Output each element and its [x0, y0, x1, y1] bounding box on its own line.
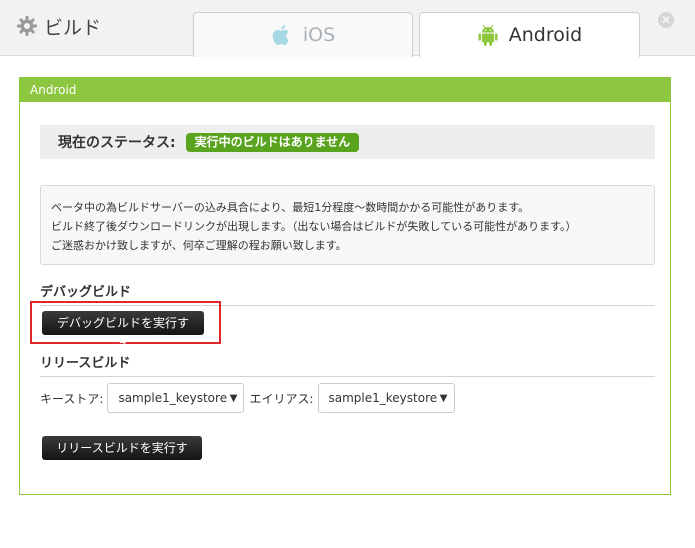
- status-row: 現在のステータス: 実行中のビルドはありません: [40, 125, 655, 159]
- keystore-select[interactable]: sample1_keystore ▼: [107, 383, 245, 413]
- alias-value: sample1_keystore: [328, 391, 438, 405]
- run-release-build-button[interactable]: リリースビルドを実行する: [42, 436, 202, 479]
- apple-icon: [271, 23, 293, 47]
- close-icon[interactable]: ✕: [658, 12, 674, 28]
- gear-icon: [16, 15, 38, 37]
- release-form-row: キーストア: sample1_keystore ▼ エイリアス: sample1…: [40, 383, 455, 413]
- keystore-value: sample1_keystore: [118, 391, 228, 405]
- status-label: 現在のステータス:: [58, 135, 176, 151]
- build-dialog: ビルド iOS Android ✕ Android 現在のステータス: 実行中の…: [0, 0, 695, 548]
- dialog-title-text: ビルド: [44, 16, 102, 39]
- tab-ios-label: iOS: [302, 24, 336, 46]
- notice-line: ベータ中の為ビルドサーバーの込み具合により、最短1分程度〜数時間かかる可能性があ…: [51, 201, 530, 214]
- release-section-title: リリースビルド: [40, 352, 655, 377]
- notice-box: ベータ中の為ビルドサーバーの込み具合により、最短1分程度〜数時間かかる可能性があ…: [40, 185, 655, 265]
- chevron-down-icon: ▼: [229, 392, 238, 404]
- tab-android-label: Android: [508, 24, 583, 46]
- keystore-label: キーストア:: [40, 391, 104, 406]
- status-badge: 実行中のビルドはありません: [185, 132, 360, 152]
- alias-select[interactable]: sample1_keystore ▼: [317, 383, 455, 413]
- tab-android[interactable]: Android: [419, 12, 640, 57]
- android-icon: [477, 23, 499, 47]
- alias-label: エイリアス:: [249, 391, 314, 406]
- android-panel: Android 現在のステータス: 実行中のビルドはありません ベータ中の為ビル…: [19, 77, 671, 495]
- notice-line: ビルド終了後ダウンロードリンクが出現します。（出ない場合はビルドが失敗している可…: [51, 220, 577, 233]
- notice-line: ご迷惑おかけ致しますが、何卒ご理解の程お願い致します。: [51, 239, 347, 252]
- chevron-down-icon: ▼: [439, 392, 448, 404]
- tab-ios[interactable]: iOS: [193, 12, 413, 57]
- run-debug-build-button[interactable]: デバッグビルドを実行する: [42, 311, 204, 354]
- panel-title: Android: [20, 78, 670, 102]
- dialog-header: ビルド iOS Android ✕: [0, 0, 695, 57]
- dialog-title: ビルド: [16, 12, 101, 40]
